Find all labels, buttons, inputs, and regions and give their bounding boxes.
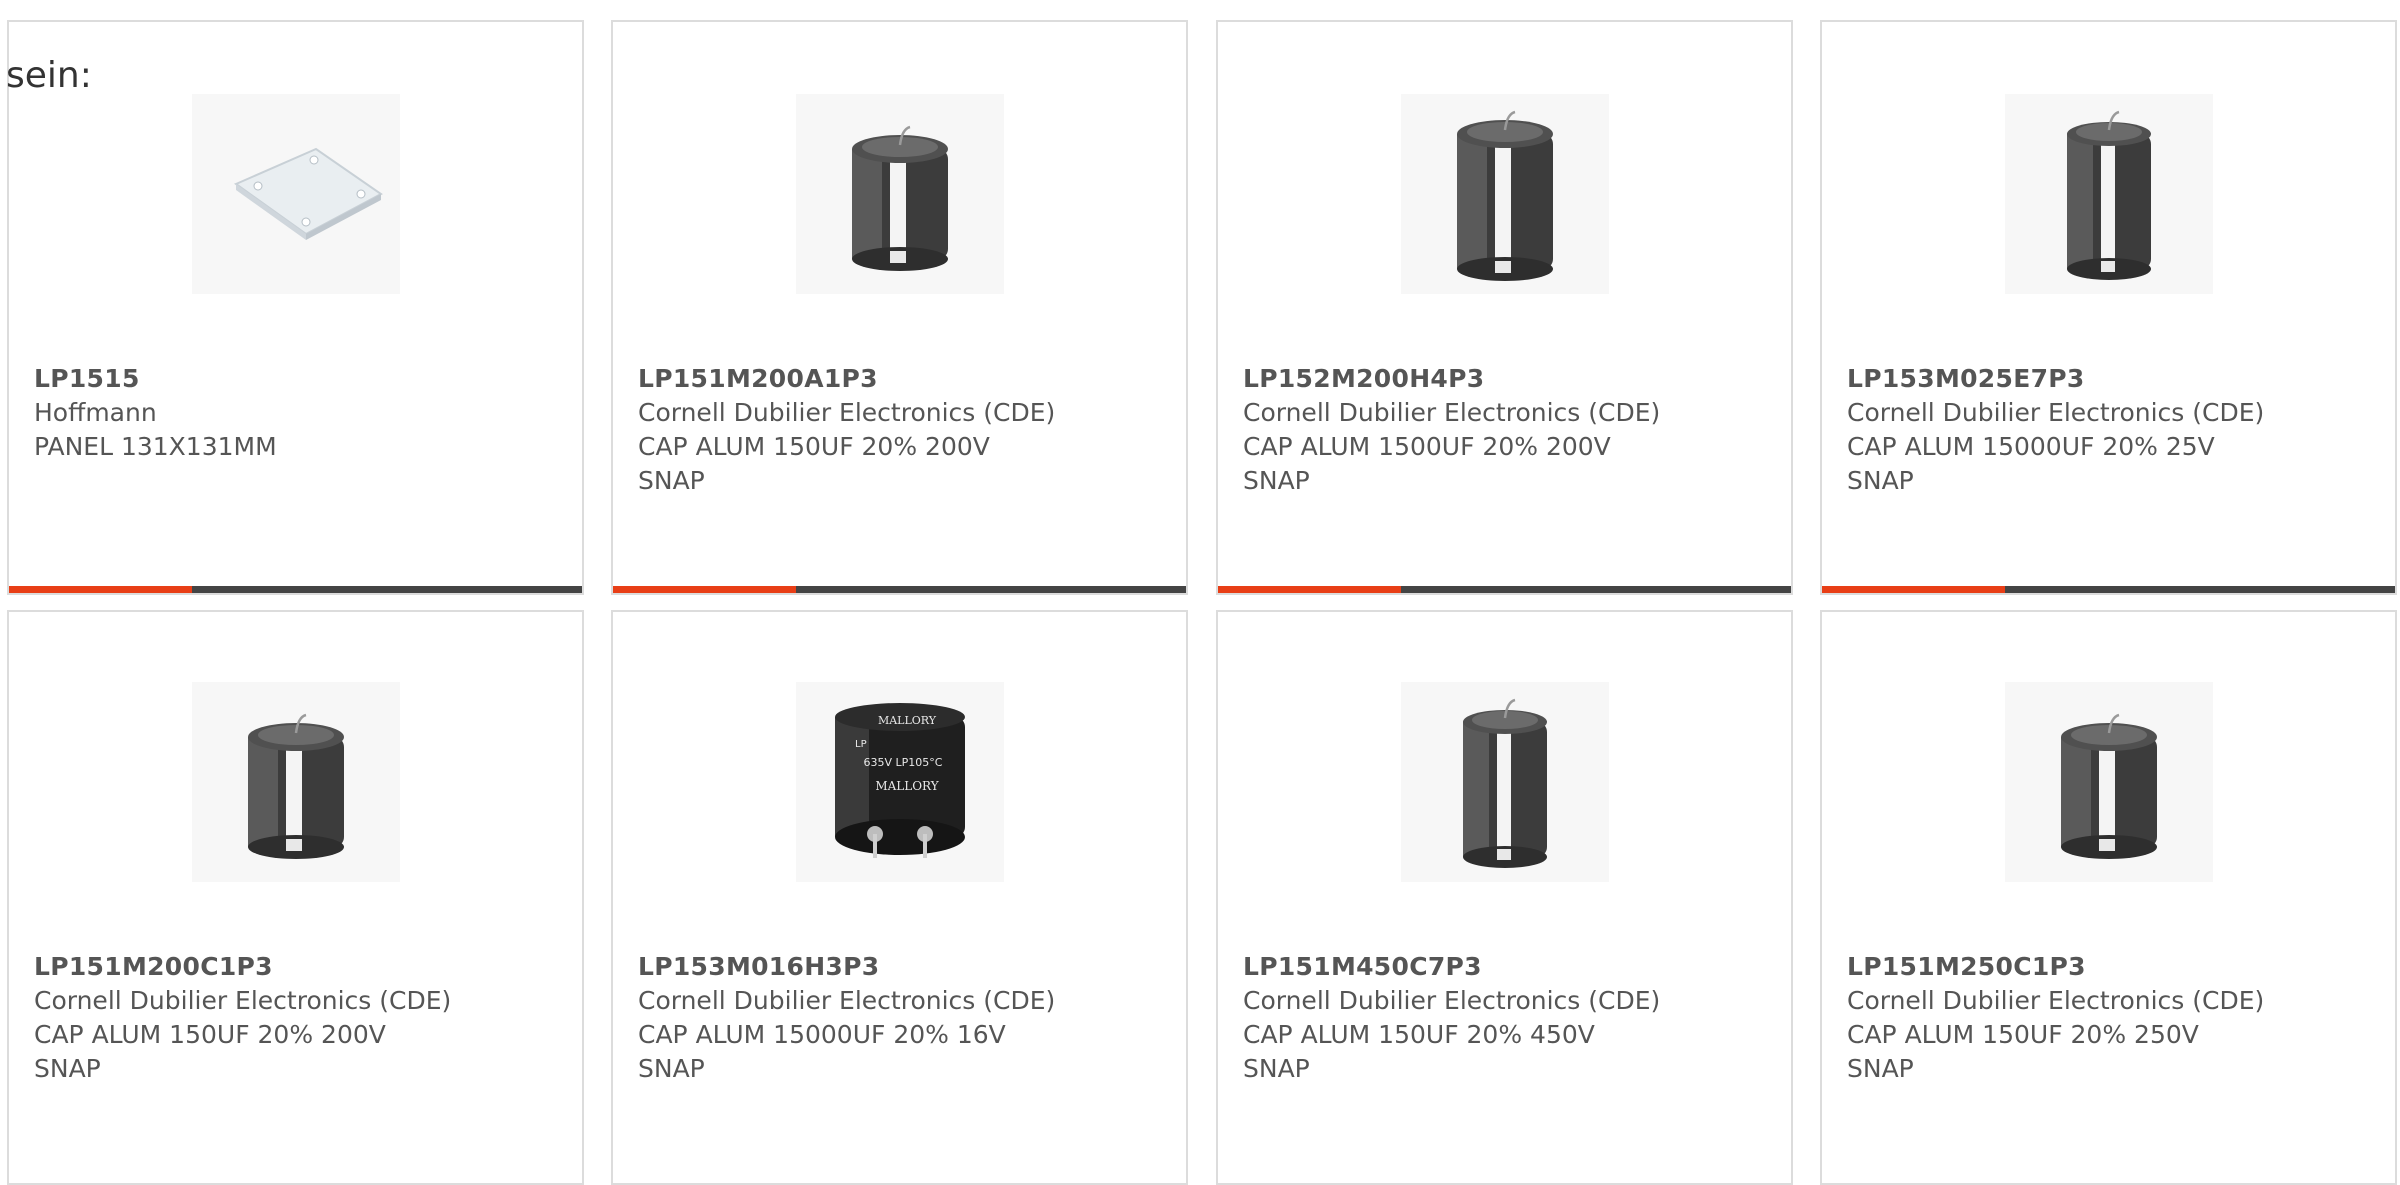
svg-text:LP: LP (855, 739, 867, 750)
capacitor-image[interactable] (796, 94, 1004, 294)
product-card[interactable]: LP152M200H4P3 Cornell Dubilier Electroni… (1216, 20, 1793, 595)
product-manufacturer: Cornell Dubilier Electronics (CDE) (1243, 398, 1661, 427)
product-description: CAP ALUM 150UF 20% 250V SNAP (1847, 1020, 2199, 1083)
product-card[interactable]: LP151M200A1P3 Cornell Dubilier Electroni… (611, 20, 1188, 595)
product-description: CAP ALUM 1500UF 20% 200V SNAP (1243, 432, 1611, 495)
capacitor-image[interactable] (2005, 682, 2213, 882)
product-part-number[interactable]: LP151M450C7P3 (1243, 950, 1763, 984)
product-card[interactable]: LP151M250C1P3 Cornell Dubilier Electroni… (1820, 610, 2397, 1185)
card-accent-bar (1822, 586, 2395, 593)
svg-text:635V LP105°C: 635V LP105°C (864, 756, 943, 769)
svg-text:MALLORY: MALLORY (875, 779, 939, 793)
product-part-number[interactable]: LP151M250C1P3 (1847, 950, 2367, 984)
product-description: CAP ALUM 150UF 20% 200V SNAP (34, 1020, 386, 1083)
capacitor-image[interactable] (192, 682, 400, 882)
mallory-capacitor-image[interactable]: MALLORY LP 635V LP105°C MALLORY (796, 682, 1004, 882)
product-part-number[interactable]: LP1515 (34, 362, 554, 396)
product-card[interactable]: LP151M200C1P3 Cornell Dubilier Electroni… (7, 610, 584, 1185)
product-manufacturer: Cornell Dubilier Electronics (CDE) (1847, 986, 2265, 1015)
product-description: CAP ALUM 150UF 20% 450V SNAP (1243, 1020, 1595, 1083)
product-description: PANEL 131X131MM (34, 432, 277, 461)
product-card[interactable]: MALLORY LP 635V LP105°C MALLORY LP153M01… (611, 610, 1188, 1185)
product-manufacturer: Cornell Dubilier Electronics (CDE) (1243, 986, 1661, 1015)
product-manufacturer: Cornell Dubilier Electronics (CDE) (638, 398, 1056, 427)
product-grid: LP1515 Hoffmann PANEL 131X131MM LP151M20… (0, 0, 2400, 1185)
capacitor-image[interactable] (2005, 94, 2213, 294)
svg-text:MALLORY: MALLORY (878, 714, 937, 727)
card-accent-bar (1218, 586, 1791, 593)
capacitor-image[interactable] (1401, 94, 1609, 294)
product-part-number[interactable]: LP153M016H3P3 (638, 950, 1158, 984)
product-manufacturer: Hoffmann (34, 398, 157, 427)
card-accent-bar-fill (9, 586, 192, 593)
card-accent-bar (9, 586, 582, 593)
card-accent-bar-fill (1822, 586, 2005, 593)
product-part-number[interactable]: LP153M025E7P3 (1847, 362, 2367, 396)
product-manufacturer: Cornell Dubilier Electronics (CDE) (34, 986, 452, 1015)
product-manufacturer: Cornell Dubilier Electronics (CDE) (638, 986, 1056, 1015)
card-accent-bar (613, 586, 1186, 593)
capacitor-image[interactable] (1401, 682, 1609, 882)
product-card[interactable]: LP153M025E7P3 Cornell Dubilier Electroni… (1820, 20, 2397, 595)
card-accent-bar-fill (1218, 586, 1401, 593)
product-card[interactable]: LP151M450C7P3 Cornell Dubilier Electroni… (1216, 610, 1793, 1185)
product-manufacturer: Cornell Dubilier Electronics (CDE) (1847, 398, 2265, 427)
section-heading-fragment: sein: (6, 55, 92, 96)
product-part-number[interactable]: LP151M200C1P3 (34, 950, 554, 984)
product-part-number[interactable]: LP151M200A1P3 (638, 362, 1158, 396)
product-description: CAP ALUM 150UF 20% 200V SNAP (638, 432, 990, 495)
product-description: CAP ALUM 15000UF 20% 16V SNAP (638, 1020, 1006, 1083)
product-description: CAP ALUM 15000UF 20% 25V SNAP (1847, 432, 2215, 495)
product-card[interactable]: LP1515 Hoffmann PANEL 131X131MM (7, 20, 584, 595)
card-accent-bar-fill (613, 586, 796, 593)
panel-plate-image[interactable] (192, 94, 400, 294)
product-part-number[interactable]: LP152M200H4P3 (1243, 362, 1763, 396)
